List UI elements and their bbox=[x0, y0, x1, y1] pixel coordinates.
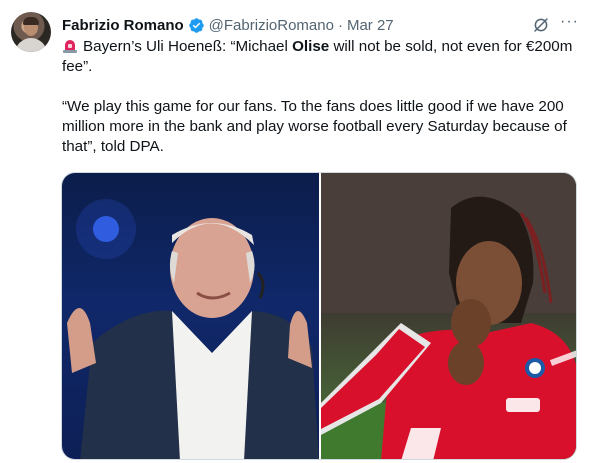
tweet-media[interactable] bbox=[61, 172, 577, 460]
author-name[interactable]: Fabrizio Romano bbox=[62, 17, 184, 34]
avatar-shoulders bbox=[15, 38, 47, 52]
tweet-header: Fabrizio Romano @FabrizioRomano · Mar 27 bbox=[62, 14, 394, 36]
paragraph-1-prefix: Bayern’s Uli Hoeneß: “Michael bbox=[83, 38, 293, 55]
tweet-text: Bayern’s Uli Hoeneß: “Michael Olise will… bbox=[62, 37, 582, 157]
author-handle[interactable]: @FabrizioRomano bbox=[209, 17, 334, 34]
tweet-paragraph-2: “We play this game for our fans. To the … bbox=[62, 98, 567, 155]
rotating-light-icon bbox=[62, 37, 78, 53]
grok-icon[interactable] bbox=[532, 16, 550, 34]
avatar-hair bbox=[23, 17, 39, 25]
verified-badge-icon bbox=[188, 17, 205, 34]
photo-hoeness[interactable] bbox=[62, 173, 319, 459]
separator-dot: · bbox=[337, 16, 343, 34]
tweet-date[interactable]: Mar 27 bbox=[347, 17, 394, 34]
tweet-paragraph-1: Bayern’s Uli Hoeneß: “Michael Olise will… bbox=[62, 37, 582, 77]
author-avatar[interactable] bbox=[11, 12, 51, 52]
paragraph-1-bold: Olise bbox=[292, 38, 330, 55]
more-horizontal-icon[interactable]: ··· bbox=[560, 14, 580, 35]
photo-olise[interactable] bbox=[321, 173, 576, 459]
